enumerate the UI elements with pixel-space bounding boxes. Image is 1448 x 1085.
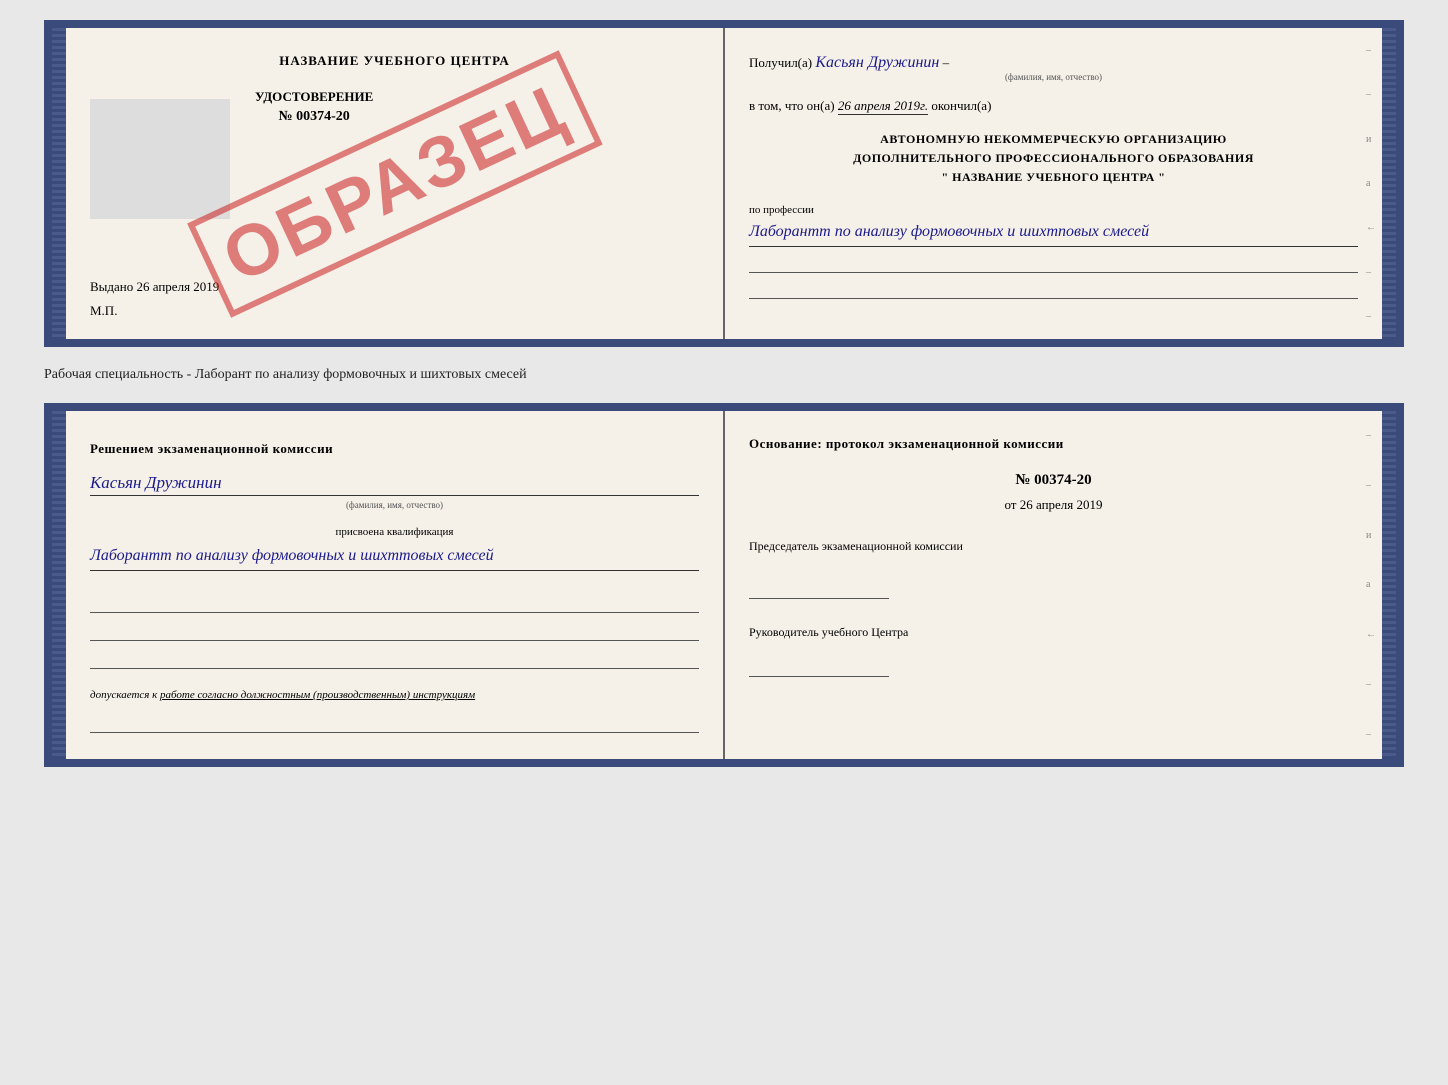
cert-label: УДОСТОВЕРЕНИЕ <box>255 89 373 105</box>
допускается-value: работе согласно должностным (производств… <box>160 689 475 701</box>
received-prefix: Получил(а) <box>749 55 812 70</box>
date-prefix: в том, что он(а) <box>749 98 835 113</box>
date-line: в том, что он(а) 26 апреля 2019г. окончи… <box>749 98 1358 114</box>
issued-date-value: 26 апреля 2019 <box>137 279 220 294</box>
doc2-left-panel: Решением экзаменационной комиссии Касьян… <box>66 411 725 759</box>
cert-photo-placeholder <box>90 99 230 219</box>
right-margin-marks-2: ––иа←–– <box>1366 411 1376 759</box>
section-label: Рабочая специальность - Лаборант по анал… <box>44 365 1404 385</box>
protocol-number: № 00374-20 <box>749 472 1358 489</box>
sig-line-bottom <box>90 711 699 733</box>
qualification-value: Лаборантт по анализу формовочных и шихтт… <box>90 544 699 571</box>
head-sig-line <box>749 657 889 677</box>
doc1-right-panel: Получил(а) Касьян Дружинин – (фамилия, и… <box>725 28 1382 339</box>
doc1-school-title: НАЗВАНИЕ УЧЕБНОГО ЦЕНТРА <box>90 53 699 69</box>
qualification-label: присвоена квалификация <box>90 526 699 538</box>
допускается-prefix: допускается к <box>90 689 157 701</box>
received-name: Касьян Дружинин <box>815 53 939 72</box>
mp-label: М.П. <box>90 303 699 319</box>
right-margin-marks: ––иа←–– <box>1366 28 1376 339</box>
spine-right <box>1382 28 1396 339</box>
chairman-label: Председатель экзаменационной комиссии <box>749 537 1358 555</box>
sig-line-3 <box>90 647 699 669</box>
person-name: Касьян Дружинин <box>90 473 699 496</box>
spine-left <box>52 28 66 339</box>
org-line3: " НАЗВАНИЕ УЧЕБНОГО ЦЕНТРА " <box>749 168 1358 187</box>
profession-label: по профессии <box>749 204 1358 216</box>
org-line1: АВТОНОМНУЮ НЕКОММЕРЧЕСКУЮ ОРГАНИЗАЦИЮ <box>749 130 1358 149</box>
doc2-right-panel: Основание: протокол экзаменационной коми… <box>725 411 1382 759</box>
date-value: 26 апреля 2019г. <box>838 98 928 115</box>
signature-lines <box>90 591 699 669</box>
doc1-left-panel: НАЗВАНИЕ УЧЕБНОГО ЦЕНТРА УДОСТОВЕРЕНИЕ №… <box>66 28 725 339</box>
profession-value: Лаборантт по анализу формовочных и шихтп… <box>749 220 1358 247</box>
received-line: Получил(а) Касьян Дружинин – (фамилия, и… <box>749 53 1358 82</box>
issued-prefix: Выдано <box>90 279 133 294</box>
underline-2 <box>749 279 1358 299</box>
issued-date-line: Выдано 26 апреля 2019 <box>90 279 699 295</box>
sig-line-2 <box>90 619 699 641</box>
person-name-sublabel: (фамилия, имя, отчество) <box>90 500 699 510</box>
cert-number: № 00374-20 <box>255 109 373 125</box>
name-sublabel: (фамилия, имя, отчество) <box>749 72 1358 82</box>
spine2-right <box>1382 411 1396 759</box>
date-value: 26 апреля 2019 <box>1020 497 1103 512</box>
protocol-date: от 26 апреля 2019 <box>749 497 1358 513</box>
sig-line-1 <box>90 591 699 613</box>
допускается-text: допускается к работе согласно должностны… <box>90 689 699 701</box>
document-2: Решением экзаменационной комиссии Касьян… <box>44 403 1404 767</box>
cert-info-block: УДОСТОВЕРЕНИЕ № 00374-20 <box>255 89 373 133</box>
org-block: АВТОНОМНУЮ НЕКОММЕРЧЕСКУЮ ОРГАНИЗАЦИЮ ДО… <box>749 130 1358 188</box>
doc2-left-content: Решением экзаменационной комиссии Касьян… <box>90 431 699 733</box>
document-1: НАЗВАНИЕ УЧЕБНОГО ЦЕНТРА УДОСТОВЕРЕНИЕ №… <box>44 20 1404 347</box>
underline-1 <box>749 253 1358 273</box>
commission-title: Решением экзаменационной комиссии <box>90 441 699 457</box>
chairman-sig-line <box>749 579 889 599</box>
date-suffix: окончил(а) <box>931 98 991 113</box>
basis-title: Основание: протокол экзаменационной коми… <box>749 436 1358 452</box>
spine2-left <box>52 411 66 759</box>
org-line2: ДОПОЛНИТЕЛЬНОГО ПРОФЕССИОНАЛЬНОГО ОБРАЗО… <box>749 149 1358 168</box>
head-label: Руководитель учебного Центра <box>749 623 1358 641</box>
date-prefix: от <box>1004 497 1016 512</box>
